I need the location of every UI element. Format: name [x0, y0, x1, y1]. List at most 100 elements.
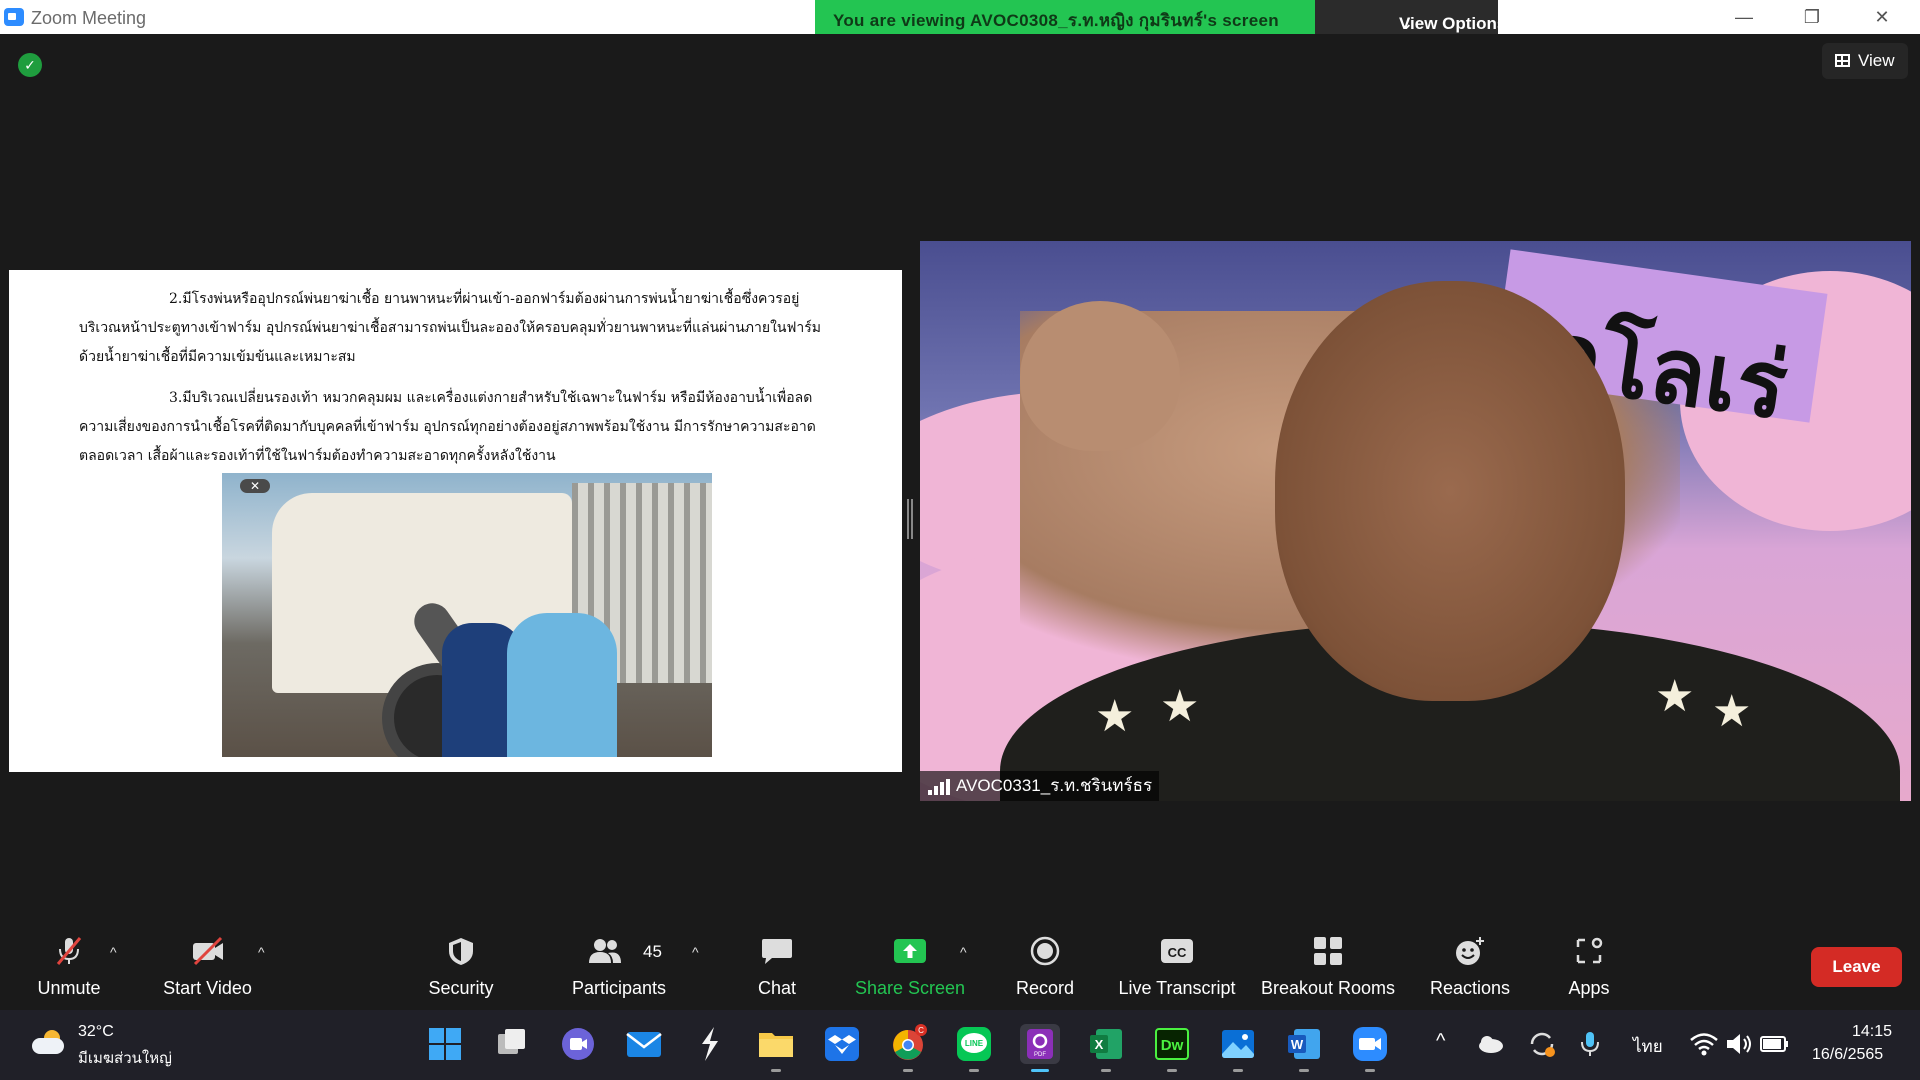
chevron-down-icon: ⌄ — [1399, 14, 1414, 33]
winamp-icon[interactable] — [690, 1024, 730, 1064]
zoom-taskbar-icon[interactable] — [1350, 1024, 1390, 1072]
participants-button[interactable]: 45 Participants — [562, 922, 676, 1008]
apps-button[interactable]: Apps — [1560, 922, 1618, 1008]
reactions-button[interactable]: Reactions — [1424, 922, 1516, 1008]
apps-label: Apps — [1568, 978, 1610, 998]
file-explorer-icon[interactable] — [756, 1024, 796, 1072]
start-video-button[interactable]: Start Video — [150, 922, 265, 1008]
battery-charging-icon[interactable] — [1758, 1028, 1790, 1060]
rank-star-icon: ★ — [1160, 682, 1200, 731]
zoom-app-icon — [4, 8, 24, 26]
windows-taskbar: 32°C มีเมฆส่วนใหญ่ C LINE PDF X Dw W ^ ไ… — [0, 1010, 1920, 1080]
photos-icon[interactable] — [1218, 1024, 1258, 1072]
chat-button[interactable]: Chat — [742, 922, 812, 1008]
participant-video-tile[interactable]: กโลเร่ ★ ★ ★ ★ AVOC0331_ร.ท.ชรินทร์ธร — [920, 241, 1911, 801]
record-button[interactable]: Record — [1005, 922, 1085, 1008]
sync-update-icon[interactable] — [1526, 1028, 1558, 1060]
window-titlebar: Zoom Meeting You are viewing AVOC0308_ร.… — [0, 0, 1920, 34]
doc-line: ตลอดเวลา เสื้อผ้าและรองเท้าที่ใช้ในฟาร์ม… — [79, 448, 556, 464]
signal-strength-icon — [928, 779, 950, 795]
participant-name: AVOC0331_ร.ท.ชรินทร์ธร — [956, 776, 1153, 795]
doc-line: บริเวณหน้าประตูทางเข้าฟาร์ม อุปกรณ์พ่นยา… — [79, 320, 822, 336]
encryption-shield-icon[interactable]: ✓ — [18, 53, 42, 77]
viewing-banner-text: You are viewing AVOC0308_ร.ท.หญิง กุมริน… — [833, 11, 1279, 30]
chat-label: Chat — [757, 978, 797, 998]
rank-star-icon: ★ — [1095, 692, 1135, 741]
task-view-icon[interactable] — [492, 1024, 532, 1064]
dropbox-icon[interactable] — [822, 1024, 862, 1064]
show-hidden-icons-chevron-icon[interactable]: ^ — [1436, 1030, 1445, 1053]
breakout-rooms-icon — [1314, 937, 1342, 965]
chat-bubble-icon — [762, 939, 792, 964]
view-options-button[interactable]: View Options ⌄ — [1315, 0, 1506, 34]
close-button[interactable]: ✕ — [1856, 3, 1908, 31]
participant-face — [1275, 281, 1625, 701]
pdf-text: PDF — [1034, 1052, 1046, 1058]
closed-caption-icon: CC — [1161, 939, 1193, 963]
smiley-plus-icon — [1456, 937, 1484, 965]
participants-label: Participants — [571, 978, 667, 998]
security-shield-icon — [449, 938, 473, 965]
clock-time[interactable]: 14:15 — [1852, 1023, 1892, 1041]
doc-line: ด้วยน้ำยาฆ่าเชื้อที่มีความเข้มข้นและเหมา… — [79, 349, 356, 365]
start-menu-windows-icon[interactable] — [425, 1024, 465, 1064]
worker-figure — [507, 613, 617, 757]
start-video-label: Start Video — [163, 978, 252, 998]
image-control-icon[interactable]: ✕ — [240, 479, 270, 493]
mail-icon[interactable] — [624, 1024, 664, 1064]
record-icon — [1030, 936, 1060, 966]
live-transcript-label: Live Transcript — [1118, 978, 1236, 998]
teams-chat-icon[interactable] — [558, 1024, 598, 1064]
excel-icon[interactable]: X — [1086, 1024, 1126, 1072]
excel-letter: X — [1095, 1037, 1104, 1052]
word-letter: W — [1291, 1037, 1304, 1052]
breakout-rooms-label: Breakout Rooms — [1260, 978, 1396, 998]
doc-line: 2.มีโรงพ่นหรืออุปกรณ์พ่นยาฆ่าเชื้อ ยานพา… — [169, 291, 800, 307]
participants-icon — [589, 939, 622, 963]
clock-date[interactable]: 16/6/2565 — [1812, 1046, 1883, 1064]
apps-icon — [1576, 937, 1603, 964]
restore-button[interactable]: ❐ — [1786, 3, 1838, 31]
input-language[interactable]: ไทย — [1633, 1033, 1663, 1060]
grid-icon — [1835, 54, 1850, 67]
cc-text: CC — [1168, 945, 1187, 960]
line-text: LINE — [965, 1039, 984, 1048]
leave-button[interactable]: Leave — [1811, 947, 1902, 987]
doc-line: ความเสี่ยงของการนำเชื้อโรคที่ติดมากับบุค… — [79, 419, 816, 435]
microphone-tray-icon[interactable] — [1574, 1028, 1606, 1060]
video-options-caret-icon[interactable]: ^ — [258, 944, 265, 960]
view-button-label: View — [1858, 51, 1895, 70]
share-options-caret-icon[interactable]: ^ — [960, 944, 967, 960]
participant-count: 45 — [643, 942, 662, 961]
breakout-rooms-button[interactable]: Breakout Rooms — [1258, 922, 1398, 1008]
partly-cloudy-icon[interactable] — [30, 1030, 66, 1056]
chrome-icon[interactable]: C — [888, 1024, 928, 1072]
reactions-label: Reactions — [1429, 978, 1511, 998]
share-screen-icon — [894, 939, 926, 963]
chrome-profile-badge: C — [918, 1026, 924, 1035]
onedrive-cloud-icon[interactable] — [1474, 1028, 1506, 1060]
weather-temperature[interactable]: 32°C — [78, 1023, 114, 1041]
volume-icon[interactable] — [1723, 1028, 1755, 1060]
security-button[interactable]: Security — [415, 922, 507, 1008]
viewing-screen-banner: You are viewing AVOC0308_ร.ท.หญิง กุมริน… — [815, 0, 1315, 34]
share-screen-button[interactable]: Share Screen — [850, 922, 970, 1008]
wifi-icon[interactable] — [1688, 1028, 1720, 1060]
live-transcript-button[interactable]: CC Live Transcript — [1113, 922, 1241, 1008]
view-button[interactable]: View — [1822, 43, 1908, 79]
rank-star-icon: ★ — [1712, 687, 1752, 736]
weather-description[interactable]: มีเมฆส่วนใหญ่ — [78, 1046, 172, 1070]
disinfection-truck-photo: ✕ — [222, 473, 712, 757]
minimize-button[interactable]: — — [1718, 3, 1770, 31]
line-app-icon[interactable]: LINE — [954, 1024, 994, 1072]
split-divider-handle[interactable] — [907, 499, 913, 539]
word-icon[interactable]: W — [1284, 1024, 1324, 1072]
meeting-toolbar: Unmute ^ Start Video ^ Security 45 Parti… — [0, 922, 1920, 1008]
dreamweaver-icon[interactable]: Dw — [1152, 1024, 1192, 1072]
security-label: Security — [428, 978, 494, 998]
pdf-gear-icon[interactable]: PDF — [1020, 1024, 1060, 1072]
unmute-button[interactable]: Unmute — [18, 922, 120, 1008]
audio-options-caret-icon[interactable]: ^ — [110, 944, 117, 960]
shared-screen-document: 2.มีโรงพ่นหรืออุปกรณ์พ่นยาฆ่าเชื้อ ยานพา… — [9, 270, 902, 772]
participants-options-caret-icon[interactable]: ^ — [692, 944, 699, 960]
